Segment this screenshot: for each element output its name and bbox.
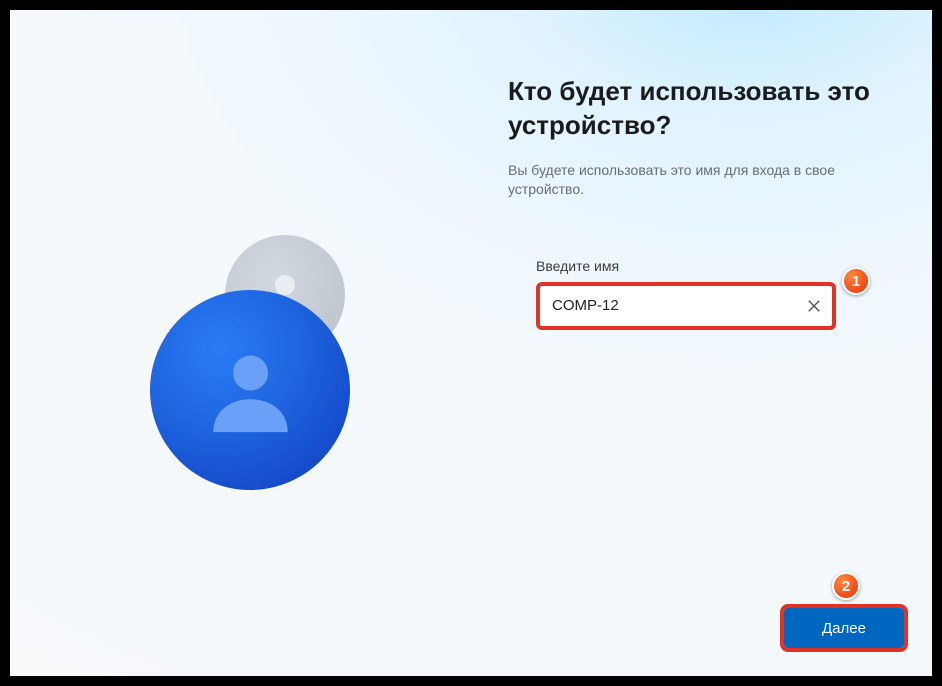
window-frame: Кто будет использовать это устройство? В… <box>0 0 942 686</box>
content-column: Кто будет использовать это устройство? В… <box>508 75 888 330</box>
next-button-highlight: Далее <box>780 604 908 652</box>
name-input[interactable] <box>540 286 832 326</box>
user-illustration <box>150 235 430 515</box>
clear-input-button[interactable] <box>802 294 826 318</box>
person-icon <box>198 338 303 443</box>
name-input-highlight <box>536 282 836 330</box>
next-button[interactable]: Далее <box>784 608 904 648</box>
avatar-primary <box>150 290 350 490</box>
annotation-badge-1: 1 <box>842 267 870 295</box>
page-subtitle: Вы будете использовать это имя для входа… <box>508 161 888 200</box>
annotation-badge-2: 2 <box>832 572 860 600</box>
page-title: Кто будет использовать это устройство? <box>508 75 888 143</box>
setup-panel: Кто будет использовать это устройство? В… <box>10 10 932 676</box>
close-icon <box>807 299 821 313</box>
name-field-label: Введите имя <box>536 258 888 274</box>
name-field-area: Введите имя <box>536 258 888 330</box>
